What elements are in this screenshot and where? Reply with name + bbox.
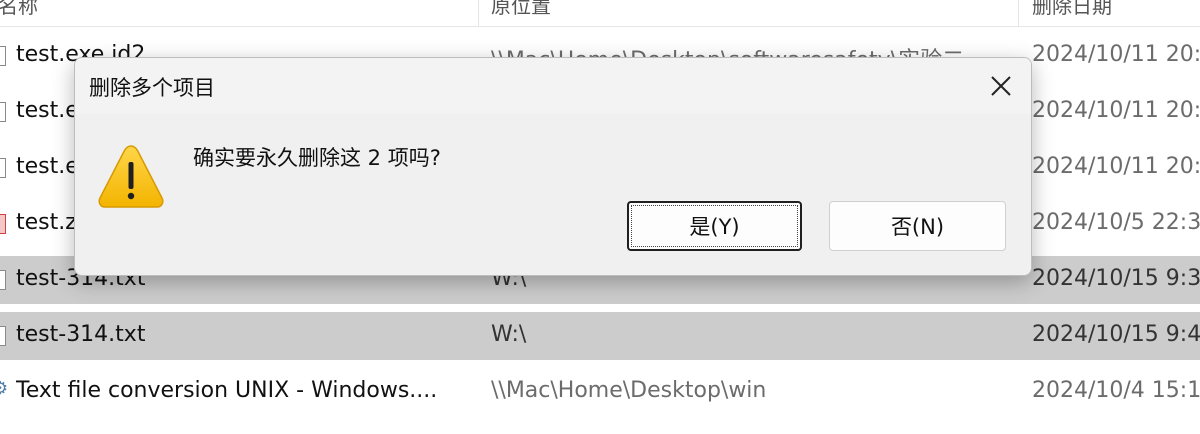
dialog-message: 确实要永久删除这 2 项吗? (193, 146, 441, 170)
column-separator[interactable] (1018, 0, 1019, 26)
file-icon (0, 46, 6, 66)
row-date: 2024/10/4 15:1 (1032, 378, 1200, 403)
warning-icon (98, 145, 164, 208)
row-date: 2024/10/5 22:3 (1032, 210, 1200, 235)
dialog-title: 删除多个项目 (89, 76, 215, 100)
row-date: 2024/10/11 20: (1032, 154, 1200, 179)
row-date: 2024/10/15 9:3 (1032, 266, 1200, 291)
file-icon (0, 102, 6, 122)
row-date: 2024/10/15 9:4 (1032, 322, 1200, 347)
zip-icon (0, 214, 6, 234)
close-button[interactable] (979, 66, 1023, 106)
column-header: 名称 原位置 删除日期 (0, 0, 1200, 27)
close-icon (991, 76, 1011, 96)
column-date[interactable]: 删除日期 (1032, 0, 1112, 19)
file-icon (0, 158, 6, 178)
table-row[interactable]: test-314.txt W:\ 2024/10/15 9:4 (0, 312, 1200, 360)
row-location: \\Mac\Home\Desktop\win (491, 378, 767, 403)
table-row[interactable]: ⚙ Text file conversion UNIX - Windows...… (0, 368, 1200, 416)
column-name[interactable]: 名称 (0, 0, 38, 19)
gear-icon: ⚙ (0, 378, 9, 399)
column-separator[interactable] (478, 0, 479, 26)
row-location: W:\ (491, 322, 527, 347)
row-date: 2024/10/11 20: (1032, 98, 1200, 123)
column-location[interactable]: 原位置 (491, 0, 551, 19)
dialog-titlebar[interactable]: 删除多个项目 (75, 58, 1031, 114)
row-date: 2024/10/11 20: (1032, 42, 1200, 67)
delete-confirm-dialog: 删除多个项目 确实要永久删除这 2 项吗? 是(Y) 否(N) (74, 57, 1032, 276)
yes-button[interactable]: 是(Y) (627, 201, 802, 251)
file-icon (0, 326, 6, 346)
file-icon (0, 270, 6, 290)
row-name: test-314.txt (16, 322, 146, 347)
row-name: Text file conversion UNIX - Windows.... (16, 378, 438, 403)
no-button[interactable]: 否(N) (829, 201, 1006, 251)
